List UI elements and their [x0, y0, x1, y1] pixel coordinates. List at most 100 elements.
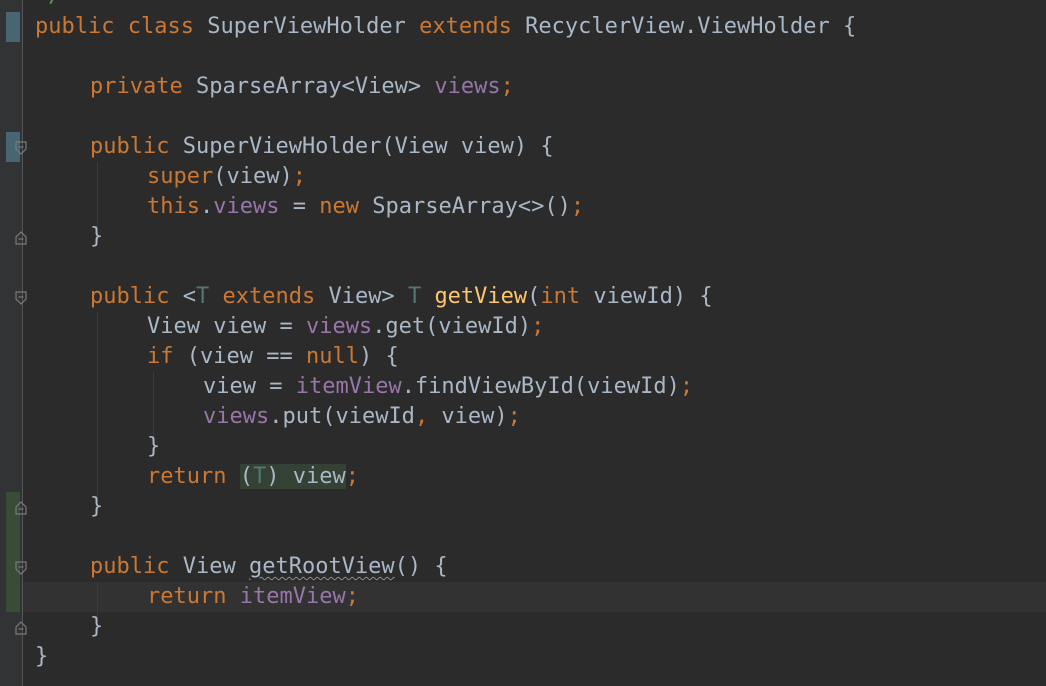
method-name-warning[interactable]: getRootView: [249, 554, 395, 579]
keyword: if: [147, 344, 174, 369]
field-name: views: [434, 74, 501, 99]
vcs-modified-marker[interactable]: [6, 12, 20, 42]
fold-collapse-icon[interactable]: [13, 290, 29, 306]
type-parameter: T: [252, 464, 267, 489]
semicolon: ;: [345, 584, 359, 609]
code-line[interactable]: view = itemView.findViewById(viewId);: [203, 372, 693, 402]
keyword: extends: [222, 284, 316, 309]
assign-op: =: [279, 194, 320, 219]
method-call: .put(viewId: [269, 404, 415, 429]
method-name: getView: [434, 284, 528, 309]
keyword: return: [147, 584, 227, 609]
fold-end-icon[interactable]: [13, 620, 29, 636]
fold-collapse-icon[interactable]: [13, 140, 29, 156]
indent-guide: [97, 162, 98, 228]
type-name: View: [182, 554, 236, 579]
brace: {: [843, 14, 857, 39]
code-line[interactable]: View view = views.get(viewId);: [147, 312, 544, 342]
keyword: super: [147, 164, 214, 189]
keyword: null: [305, 344, 359, 369]
brace: {: [699, 284, 713, 309]
comment-end-partial: */: [35, 0, 62, 7]
semicolon: ;: [570, 194, 585, 219]
type-parameter: T: [195, 284, 210, 309]
keyword: extends: [419, 14, 512, 39]
variable: view: [279, 464, 346, 489]
keyword: this: [147, 194, 200, 219]
arguments: (view): [213, 164, 293, 189]
code-line[interactable]: return (T) view;: [147, 462, 359, 492]
field-name: itemView: [295, 374, 402, 399]
assignment: view =: [203, 374, 296, 399]
constructor-signature: SuperViewHolder(View view): [182, 134, 528, 159]
type-name: SparseArray<View>: [195, 74, 422, 99]
keyword: public: [35, 14, 115, 39]
code-line[interactable]: }: [90, 222, 103, 252]
semicolon: ;: [507, 404, 521, 429]
method-call: .get(viewId): [372, 314, 532, 339]
paren-open: (: [239, 464, 253, 489]
declaration: View view =: [147, 314, 306, 339]
code-line[interactable]: public SuperViewHolder(View view) {: [90, 132, 554, 162]
brace: {: [434, 554, 448, 579]
paren-close: ): [266, 464, 280, 489]
brace: }: [90, 224, 104, 249]
parent-class: RecyclerView.ViewHolder: [525, 14, 830, 39]
code-line[interactable]: views.put(viewId, view);: [203, 402, 521, 432]
fold-end-icon[interactable]: [13, 500, 29, 516]
field-name: views: [213, 194, 280, 219]
code-line[interactable]: this.views = new SparseArray<>();: [147, 192, 584, 222]
class-name: SuperViewHolder: [207, 14, 406, 39]
keyword: return: [147, 464, 227, 489]
type-bound: View>: [328, 284, 395, 309]
redundant-cast-highlight[interactable]: (T) view: [239, 464, 346, 489]
parameter: viewId): [593, 284, 687, 309]
code-line[interactable]: }: [90, 612, 103, 642]
code-line[interactable]: if (view == null) {: [147, 342, 399, 372]
comma: ,: [414, 404, 429, 429]
code-editor[interactable]: */ public class SuperViewHolder extends …: [0, 0, 1046, 686]
code-line[interactable]: }: [35, 642, 48, 672]
keyword: new: [319, 194, 359, 219]
code-line[interactable]: public View getRootView() {: [90, 552, 448, 582]
keyword: int: [540, 284, 581, 309]
angle-open: <: [182, 284, 196, 309]
keyword: class: [127, 14, 194, 39]
keyword: public: [90, 554, 170, 579]
code-line[interactable]: public <T extends View> T getView(int vi…: [90, 282, 713, 312]
field-name: views: [305, 314, 373, 339]
condition: (view ==: [186, 344, 306, 369]
field-name: views: [203, 404, 270, 429]
code-line[interactable]: private SparseArray<View> views;: [90, 72, 514, 102]
type-parameter: T: [407, 284, 422, 309]
paren-open: (: [527, 284, 541, 309]
semicolon: ;: [531, 314, 545, 339]
brace: }: [90, 494, 104, 519]
semicolon: ;: [679, 374, 694, 399]
fold-collapse-icon[interactable]: [13, 560, 29, 576]
argument: view): [428, 404, 508, 429]
method-call: .findViewById(viewId): [401, 374, 680, 399]
semicolon: ;: [345, 464, 359, 489]
code-line[interactable]: public class SuperViewHolder extends Rec…: [35, 12, 856, 42]
code-line[interactable]: }: [147, 432, 160, 462]
keyword: public: [90, 284, 170, 309]
brace: }: [90, 614, 104, 639]
semicolon: ;: [500, 74, 514, 99]
brace: }: [35, 644, 49, 669]
brace: {: [385, 344, 399, 369]
constructor-call: SparseArray<>(): [372, 194, 571, 219]
code-line[interactable]: }: [90, 492, 103, 522]
code-line[interactable]: super(view);: [147, 162, 306, 192]
brace: }: [147, 434, 161, 459]
field-name: itemView: [239, 584, 346, 609]
indent-guide: [153, 372, 154, 438]
code-line[interactable]: return itemView;: [147, 582, 359, 612]
keyword: public: [90, 134, 170, 159]
paren-close: ): [358, 344, 373, 369]
keyword: private: [90, 74, 183, 99]
brace: {: [540, 134, 554, 159]
semicolon: ;: [292, 164, 306, 189]
dot: .: [199, 194, 214, 219]
fold-end-icon[interactable]: [13, 230, 29, 246]
